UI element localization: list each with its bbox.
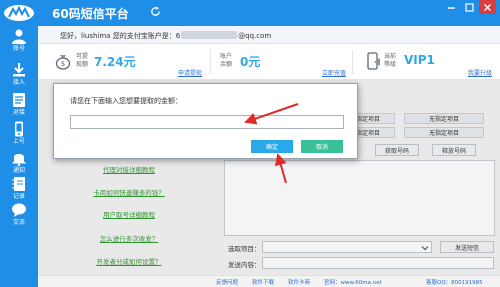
chat-icon [12, 203, 26, 217]
notebook-icon [12, 177, 25, 191]
confirm-button[interactable]: 确定 [251, 140, 293, 153]
upgrade-link[interactable]: 我要升级 [468, 68, 492, 77]
svg-text:$: $ [61, 60, 65, 68]
account-balance-label-1: 账户 [220, 53, 233, 60]
sidebar-item-chat[interactable]: 交流 [0, 198, 38, 230]
sidebar-item-account[interactable]: 账号 [0, 24, 38, 56]
maximize-button[interactable] [461, 0, 478, 14]
app-title: 60码短信平台 [52, 7, 129, 21]
sidebar-item-label: 交流 [12, 219, 25, 226]
document-icon [13, 93, 25, 107]
logo-icon [4, 5, 34, 21]
user-icon [12, 29, 26, 44]
withdrawable-amount: 7.24元 [94, 55, 136, 69]
recharge-link[interactable]: 立即充值 [322, 68, 346, 77]
close-button[interactable] [479, 0, 496, 14]
close-icon [484, 3, 491, 11]
sidebar: 账号 接入 对接 上号 通知 记录 交流 [0, 0, 38, 287]
account-balance-label-2: 余额 [220, 61, 233, 68]
feedback-link[interactable]: 反馈问题 [216, 278, 238, 286]
account-label: 您的支付宝账户是： [112, 32, 176, 40]
sidebar-item-access[interactable]: 接入 [0, 58, 38, 90]
withdrawable-label-1: 可提 [76, 53, 89, 60]
level-value: VIP1 [404, 53, 435, 67]
stats-row: $ 可提 现额 7.24元 申请提现 账户 余额 0元 立即充值 当前 等级 V… [38, 44, 500, 80]
withdraw-amount-input[interactable] [70, 115, 344, 129]
sidebar-item-integrate[interactable]: 对接 [0, 88, 38, 120]
account-balance-amount: 0元 [240, 55, 261, 69]
minimize-icon [448, 6, 455, 9]
download-link[interactable]: 软件下载 [252, 278, 274, 286]
sidebar-item-number[interactable]: 上号 [0, 117, 38, 149]
footer-bar: 反馈问题 软件下载 软件卡商 官网：www.60ma.net 客服QQ：8001… [38, 275, 500, 287]
cancel-button[interactable]: 取消 [301, 140, 343, 153]
refresh-icon[interactable] [150, 6, 161, 17]
minimize-button[interactable] [443, 0, 460, 14]
card-merchant-link[interactable]: 软件卡商 [288, 278, 310, 286]
phone-level-icon [367, 52, 380, 70]
website-link[interactable]: 官网：www.60ma.net [324, 278, 382, 286]
greeting-text: 您好，liushima 您的支付宝账户是：6 @qq.com [60, 31, 271, 41]
username: liushima [81, 32, 111, 40]
support-qq: 客服QQ：800191985 [426, 280, 483, 286]
account-start: 6 [175, 32, 181, 40]
bell-icon [12, 154, 26, 166]
withdraw-dialog: 请您在下面输入您想要提取的金额： 确定 取消 [53, 83, 358, 159]
sidebar-item-label: 账号 [12, 45, 25, 52]
level-label-2: 等级 [384, 61, 397, 68]
money-bag-icon: $ [55, 55, 71, 70]
withdraw-link[interactable]: 申请提现 [178, 68, 202, 77]
phone-icon [15, 121, 23, 137]
maximize-icon [465, 2, 474, 12]
account-end: @qq.com [238, 32, 272, 40]
dialog-prompt: 请您在下面输入您想要提取的金额： [70, 97, 182, 105]
sidebar-item-label: 上号 [12, 138, 25, 145]
level-label-1: 当前 [384, 53, 397, 60]
greeting-bar: 您好，liushima 您的支付宝账户是：6 @qq.com [38, 26, 500, 44]
stat-divider [352, 50, 353, 74]
download-icon [13, 63, 25, 77]
title-bar: 60码短信平台 [38, 0, 500, 26]
stat-divider [210, 50, 211, 74]
sidebar-item-label: 对接 [12, 109, 25, 116]
greeting-prefix: 您好， [60, 32, 81, 40]
sidebar-item-label: 接入 [12, 79, 25, 86]
withdrawable-label-2: 现额 [76, 61, 89, 68]
masked-account [181, 31, 238, 39]
